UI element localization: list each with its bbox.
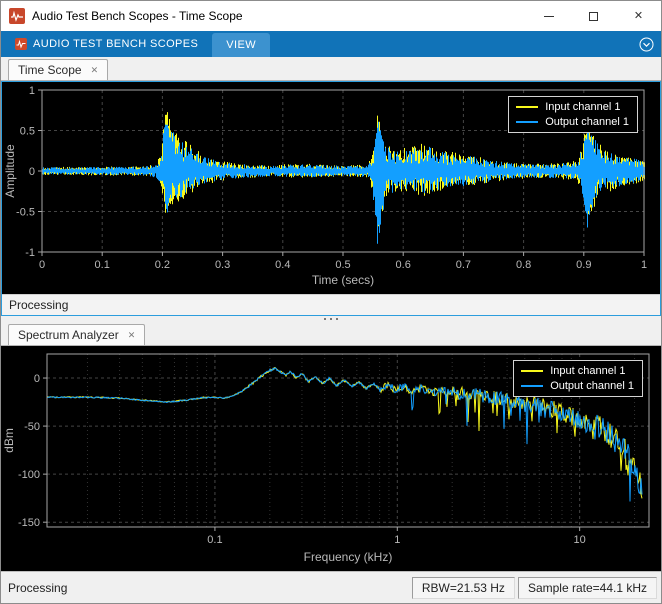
svg-text:0.8: 0.8 [516,259,531,271]
bottom-statusbar: Processing RBW=21.53 Hz Sample rate=44.1… [1,571,661,603]
svg-text:1: 1 [641,259,647,271]
svg-text:0.1: 0.1 [207,534,222,546]
series-line-sample [521,384,544,387]
app-window: Audio Test Bench Scopes - Time Scope ✕ A… [0,0,662,604]
scopes-icon [15,38,27,50]
chevron-down-circle-icon [639,37,653,51]
legend-entry: Output channel 1 [521,378,634,393]
status-readouts: RBW=21.53 Hz Sample rate=44.1 kHz [411,576,657,599]
splitter-grip-icon [330,318,332,320]
tab-time-scope[interactable]: Time Scope ✕ [8,59,109,80]
svg-text:0.5: 0.5 [335,259,350,271]
svg-text:0: 0 [29,166,35,178]
spectrum-tabbar: Spectrum Analyzer ✕ [1,322,661,346]
window-title: Audio Test Bench Scopes - Time Scope [32,9,243,23]
legend-entry: Output channel 1 [516,114,629,129]
svg-text:0.6: 0.6 [396,259,411,271]
svg-text:0.3: 0.3 [215,259,230,271]
tab-label: Time Scope [18,63,82,77]
toolstrip-tab-label: AUDIO TEST BENCH SCOPES [33,38,199,50]
time-scope-statusbar: Processing [2,294,660,315]
status-text: Processing [9,298,69,312]
tab-spectrum-analyzer[interactable]: Spectrum Analyzer ✕ [8,324,146,345]
series-line-sample [516,105,539,108]
time-scope-display: 0 0.1 0.2 0.3 0.4 0.5 0.6 0.7 0.8 0.9 1 1 0.5 0 -0.5 -1… [2,82,660,294]
legend-entry: Input channel 1 [521,363,634,378]
app-icon [9,8,25,24]
tab-close-icon[interactable]: ✕ [91,65,99,76]
close-icon: ✕ [633,9,644,22]
tab-close-icon[interactable]: ✕ [128,330,136,341]
svg-text:-0.5: -0.5 [16,207,35,219]
svg-text:-100: -100 [18,469,40,481]
svg-text:-50: -50 [24,421,40,433]
legend-entry: Input channel 1 [516,99,629,114]
tab-label: Spectrum Analyzer [18,328,119,342]
svg-text:0.1: 0.1 [95,259,110,271]
svg-text:Amplitude: Amplitude [3,144,17,198]
svg-text:Time (secs): Time (secs) [312,273,374,287]
sample-rate-readout: Sample rate=44.1 kHz [517,576,657,599]
spectrum-analyzer-panel: 0.1 1 10 0 -50 -100 -150 Frequency (kHz) dBm Inp… [1,346,661,571]
spectrum-legend: Input channel 1 Output channel 1 [513,360,643,397]
minimize-button[interactable] [526,1,571,31]
svg-text:0.9: 0.9 [576,259,591,271]
rbw-readout: RBW=21.53 Hz [411,576,515,599]
legend-label: Input channel 1 [550,364,626,377]
time-scope-tabbar: Time Scope ✕ [1,57,661,81]
series-line-sample [516,120,539,123]
maximize-button[interactable] [571,1,616,31]
svg-text:0: 0 [34,373,40,385]
svg-text:0.7: 0.7 [456,259,471,271]
svg-text:0.5: 0.5 [20,126,35,138]
toolstrip: AUDIO TEST BENCH SCOPES VIEW [1,31,661,57]
time-scope-panel: 0 0.1 0.2 0.3 0.4 0.5 0.6 0.7 0.8 0.9 1 1 0.5 0 -0.5 -1… [1,81,661,316]
toolstrip-tab-audio-test-bench-scopes[interactable]: AUDIO TEST BENCH SCOPES [1,31,212,57]
maximize-icon [589,11,598,21]
svg-text:1: 1 [394,534,400,546]
status-text: Processing [8,580,68,595]
legend-label: Output channel 1 [545,115,629,128]
svg-text:-1: -1 [25,247,35,259]
svg-text:10: 10 [574,534,586,546]
window-controls: ✕ [526,1,661,31]
svg-text:0: 0 [39,259,45,271]
minimize-icon [543,15,554,17]
svg-text:dBm: dBm [2,428,16,453]
svg-text:0.2: 0.2 [155,259,170,271]
legend-label: Input channel 1 [545,100,621,113]
svg-text:Frequency (kHz): Frequency (kHz) [304,550,393,564]
svg-text:1: 1 [29,85,35,97]
time-scope-legend: Input channel 1 Output channel 1 [508,96,638,133]
legend-label: Output channel 1 [550,379,634,392]
svg-text:-150: -150 [18,517,40,529]
close-button[interactable]: ✕ [616,1,661,31]
spectrum-display: 0.1 1 10 0 -50 -100 -150 Frequency (kHz) dBm Inp… [1,346,661,571]
titlebar: Audio Test Bench Scopes - Time Scope ✕ [1,1,661,31]
toolstrip-collapse-button[interactable] [631,31,661,57]
toolstrip-tab-label: VIEW [226,39,256,51]
series-line-sample [521,369,544,372]
toolstrip-tab-view[interactable]: VIEW [212,33,270,57]
svg-text:0.4: 0.4 [275,259,290,271]
